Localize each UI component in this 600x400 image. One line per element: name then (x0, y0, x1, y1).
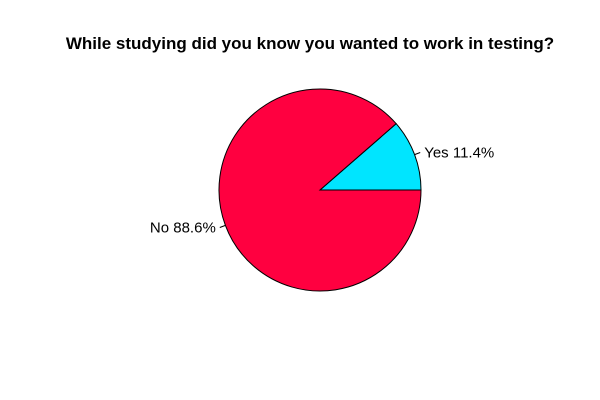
slice-label-2: No 88.6% (150, 220, 216, 237)
chart-canvas: While studying did you know you wanted t… (66, 34, 554, 292)
label-tick-2 (219, 224, 226, 228)
slice-label-1: Yes 11.4% (424, 144, 494, 161)
pie-slice-2 (218, 88, 422, 292)
pie-chart: While studying did you know you wanted t… (0, 0, 600, 400)
slices-group (218, 88, 422, 292)
label-tick-1 (414, 152, 421, 156)
chart-title: While studying did you know you wanted t… (66, 34, 554, 53)
